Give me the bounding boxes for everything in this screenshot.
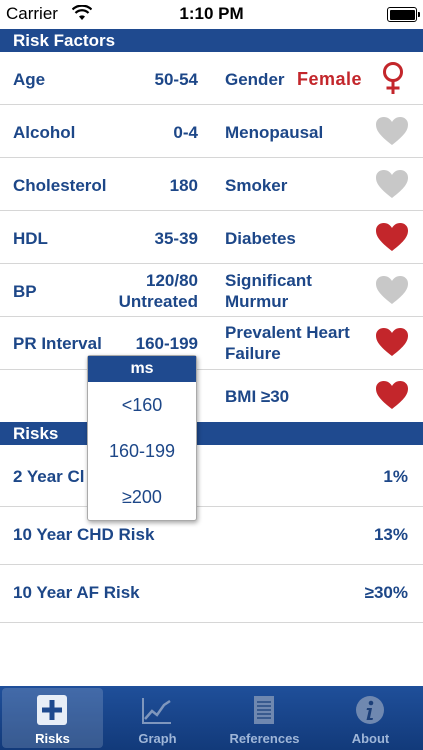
risk-label: 2 Year Cl bbox=[13, 467, 85, 486]
tab-label: About bbox=[351, 731, 390, 746]
factor-row-cholesterol: Cholesterol 180 Smoker bbox=[0, 158, 423, 211]
factor-row-hdl: HDL 35-39 Diabetes bbox=[0, 211, 423, 264]
tab-risks[interactable]: Risks bbox=[2, 688, 103, 748]
heart-failure-label-line2: Failure bbox=[225, 344, 281, 363]
cholesterol-label: Cholesterol bbox=[13, 176, 107, 195]
alcohol-value[interactable]: 0-4 bbox=[173, 123, 198, 143]
bmi-label: BMI ≥30 bbox=[225, 387, 290, 406]
hdl-label: HDL bbox=[13, 229, 48, 248]
tab-graph[interactable]: Graph bbox=[107, 688, 208, 748]
factor-row-age: Age 50-54 Gender Female bbox=[0, 52, 423, 105]
murmur-heart-icon[interactable] bbox=[375, 275, 409, 305]
diabetes-heart-icon[interactable] bbox=[375, 222, 409, 252]
risk-label: 10 Year CHD Risk bbox=[13, 525, 155, 544]
diabetes-label: Diabetes bbox=[225, 229, 296, 248]
pr-interval-picker: ms <160 160-199 ≥200 bbox=[87, 355, 197, 521]
risk-label: 10 Year AF Risk bbox=[13, 583, 140, 602]
factor-row-pr-interval: PR Interval 160-199 Prevalent Heart Fail… bbox=[0, 317, 423, 370]
factor-row-bp: BP 120/80 Untreated Significant Murmur bbox=[0, 264, 423, 317]
heart-failure-label-line1: Prevalent Heart bbox=[225, 323, 350, 342]
info-icon bbox=[356, 696, 384, 724]
bmi-heart-icon[interactable] bbox=[375, 380, 409, 410]
risks-header: Risks bbox=[0, 422, 423, 445]
bp-value-line2[interactable]: Untreated bbox=[119, 292, 198, 312]
picker-option[interactable]: <160 bbox=[88, 382, 196, 428]
plus-icon bbox=[37, 695, 67, 725]
heart-failure-heart-icon[interactable] bbox=[375, 327, 409, 357]
graph-icon bbox=[142, 698, 171, 724]
picker-option[interactable]: 160-199 bbox=[88, 428, 196, 474]
tab-bar: Risks Graph References About bbox=[0, 686, 423, 750]
status-bar: Carrier 1:10 PM bbox=[0, 0, 423, 30]
pr-interval-value[interactable]: 160-199 bbox=[136, 334, 198, 354]
pr-interval-label: PR Interval bbox=[13, 334, 102, 353]
picker-option[interactable]: ≥200 bbox=[88, 474, 196, 520]
tab-label: References bbox=[229, 731, 300, 746]
bp-value-line1[interactable]: 120/80 bbox=[146, 271, 198, 291]
risk-row-2yr: 2 Year Cl 1% bbox=[0, 449, 423, 507]
risk-factors-header: Risk Factors bbox=[0, 29, 423, 52]
smoker-label: Smoker bbox=[225, 176, 288, 195]
murmur-label-line1: Significant bbox=[225, 271, 312, 290]
factor-row-bmi: BMI ≥30 bbox=[0, 370, 423, 422]
age-label: Age bbox=[13, 70, 46, 89]
menopausal-heart-icon[interactable] bbox=[375, 116, 409, 146]
tab-label: Risks bbox=[35, 731, 70, 746]
cholesterol-value[interactable]: 180 bbox=[170, 176, 198, 196]
hdl-value[interactable]: 35-39 bbox=[155, 229, 198, 249]
menopausal-label: Menopausal bbox=[225, 123, 324, 142]
female-symbol-icon[interactable] bbox=[380, 61, 406, 95]
risk-value: 13% bbox=[373, 525, 408, 544]
document-icon bbox=[254, 696, 274, 724]
gender-value[interactable]: Female bbox=[297, 69, 362, 90]
gender-label: Gender bbox=[225, 70, 285, 89]
picker-unit-header: ms bbox=[88, 356, 196, 382]
tab-references[interactable]: References bbox=[214, 688, 315, 748]
clock: 1:10 PM bbox=[179, 4, 244, 23]
smoker-heart-icon[interactable] bbox=[375, 169, 409, 199]
age-value[interactable]: 50-54 bbox=[155, 70, 198, 90]
alcohol-label: Alcohol bbox=[13, 123, 76, 142]
battery-icon bbox=[387, 7, 420, 22]
tab-label: Graph bbox=[138, 731, 177, 746]
factor-row-alcohol: Alcohol 0-4 Menopausal bbox=[0, 105, 423, 158]
tab-about[interactable]: About bbox=[320, 688, 421, 748]
risk-row-10yr-chd: 10 Year CHD Risk 13% bbox=[0, 507, 423, 565]
bp-label: BP bbox=[13, 282, 37, 301]
risk-value: 1% bbox=[383, 467, 408, 486]
risk-row-10yr-af: 10 Year AF Risk ≥30% bbox=[0, 565, 423, 623]
risk-value: ≥30% bbox=[364, 583, 408, 602]
murmur-label-line2: Murmur bbox=[225, 292, 289, 311]
